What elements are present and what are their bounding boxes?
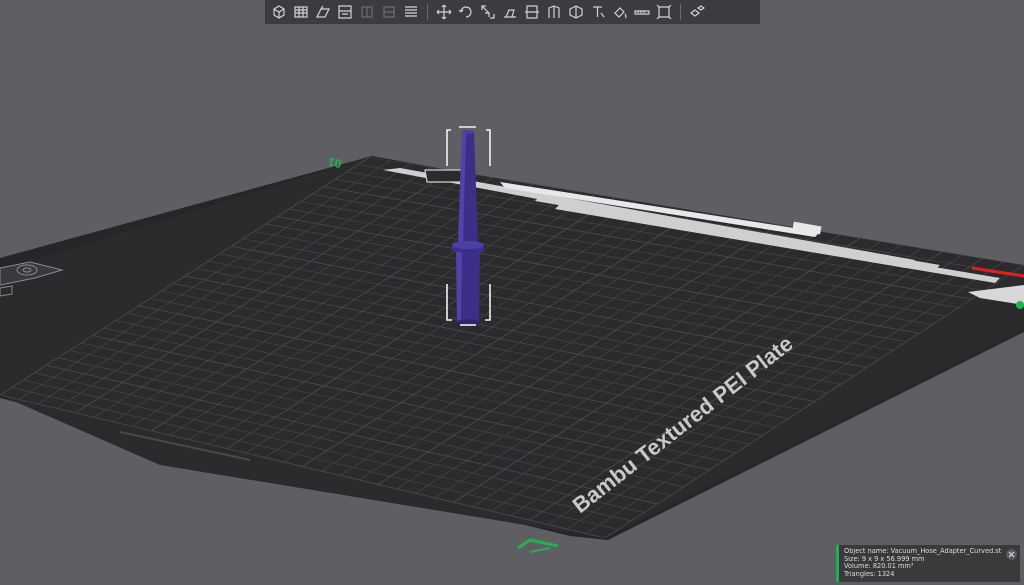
object-triangles: Triangles: 1324 <box>844 570 895 578</box>
text-emboss-button[interactable] <box>588 2 608 22</box>
object-size: Size: 9 x 9 x 56.999 mm <box>844 555 925 563</box>
lay-on-face-icon <box>504 9 516 18</box>
toolbar-separator <box>680 4 681 20</box>
explode-view-button[interactable] <box>687 2 707 22</box>
plate-number: 01 <box>327 155 343 171</box>
scale-icon <box>481 5 495 19</box>
move-icon <box>436 4 452 20</box>
measure-icon <box>634 10 650 15</box>
list-layers-button[interactable] <box>401 2 421 22</box>
grid-arrange-button[interactable] <box>291 2 311 22</box>
explode-view-icon <box>690 5 705 17</box>
support-paint-icon <box>548 5 560 18</box>
color-paint-icon <box>614 7 627 19</box>
cut-button[interactable] <box>522 2 542 22</box>
text-emboss-icon <box>593 6 605 18</box>
add-object-icon <box>273 5 285 19</box>
build-plate[interactable] <box>0 156 1024 540</box>
toolbar-separator <box>427 4 428 20</box>
scale-button[interactable] <box>478 2 498 22</box>
orient-button[interactable] <box>313 2 333 22</box>
add-object-button[interactable] <box>269 2 289 22</box>
seam-paint-icon <box>569 5 583 19</box>
disabled-layout-button[interactable] <box>357 2 377 22</box>
object-name: Object name: Vacuum_Hose_Adapter_Curved.… <box>844 548 1002 555</box>
assembly-icon <box>656 4 672 20</box>
close-info-button[interactable] <box>1006 549 1017 560</box>
seam-paint-button[interactable] <box>566 2 586 22</box>
split-layout-icon <box>338 5 352 19</box>
orient-icon <box>316 5 330 18</box>
disabled-layout-icon <box>361 6 373 18</box>
3d-viewport[interactable]: Bambu Textured PEI Plate 01 <box>0 0 1024 585</box>
disabled-list-button[interactable] <box>379 2 399 22</box>
close-icon <box>1008 551 1015 558</box>
move-button[interactable] <box>434 2 454 22</box>
color-paint-button[interactable] <box>610 2 630 22</box>
rotate-button[interactable] <box>456 2 476 22</box>
object-volume: Volume: 820.01 mm³ <box>844 563 914 571</box>
grid-arrange-icon <box>294 6 308 18</box>
measure-button[interactable] <box>632 2 652 22</box>
rotate-icon <box>458 6 472 18</box>
top-toolbar <box>265 0 760 24</box>
lay-on-face-button[interactable] <box>500 2 520 22</box>
split-layout-button[interactable] <box>335 2 355 22</box>
list-layers-icon <box>405 6 417 17</box>
cut-icon <box>525 5 539 19</box>
plate-orientation-marker <box>517 538 559 553</box>
assembly-button[interactable] <box>654 2 674 22</box>
object-info-panel: Object name: Vacuum_Hose_Adapter_Curved.… <box>836 545 1020 582</box>
support-paint-button[interactable] <box>544 2 564 22</box>
disabled-list-icon <box>383 6 395 18</box>
